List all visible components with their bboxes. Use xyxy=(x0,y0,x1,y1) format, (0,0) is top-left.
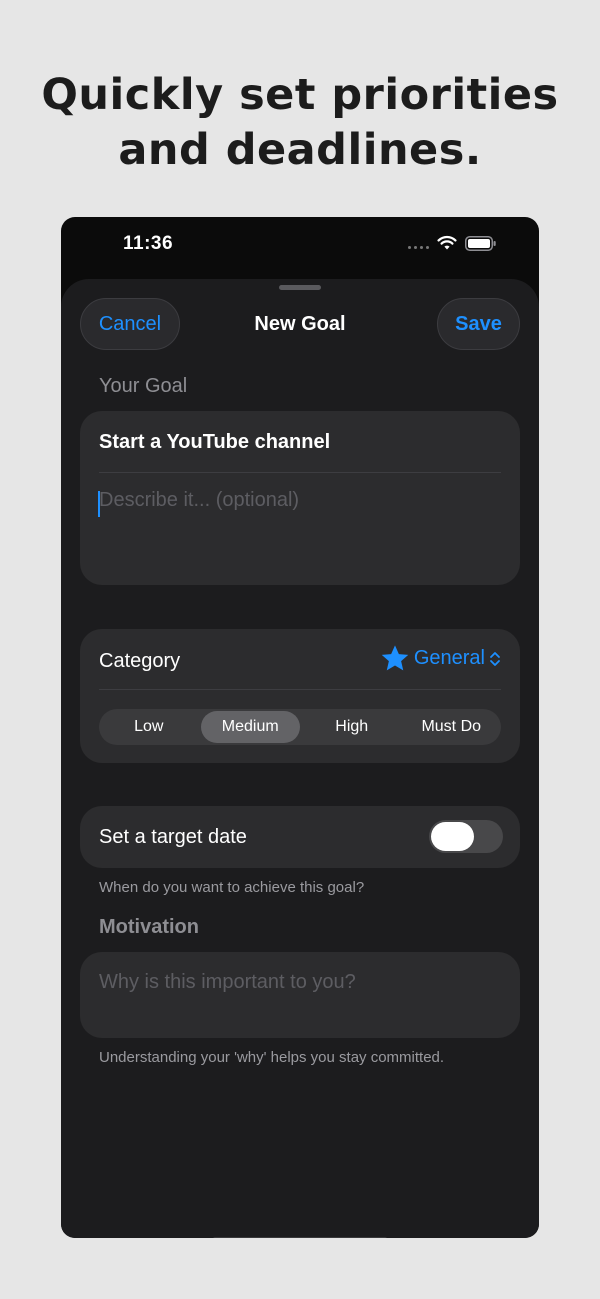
goal-card: Start a YouTube channel Describe it... (… xyxy=(80,411,520,585)
toggle-knob xyxy=(431,822,474,851)
priority-must-do[interactable]: Must Do xyxy=(402,711,502,743)
home-indicator xyxy=(213,1237,387,1238)
status-time: 11:36 xyxy=(123,233,174,254)
category-picker[interactable]: General xyxy=(380,644,501,673)
motivation-input[interactable]: Why is this important to you? xyxy=(99,971,356,994)
priority-high[interactable]: High xyxy=(302,711,402,743)
chevron-up-down-icon xyxy=(490,651,500,666)
star-icon xyxy=(381,645,409,671)
category-card: Category General Low Medium High Must Do xyxy=(80,629,520,763)
priority-medium[interactable]: Medium xyxy=(200,711,300,743)
category-value: General xyxy=(413,647,485,669)
signal-dots-icon xyxy=(408,237,429,249)
target-date-footnote: When do you want to achieve this goal? xyxy=(99,879,365,896)
priority-low[interactable]: Low xyxy=(99,711,199,743)
headline-line-2: and deadlines. xyxy=(118,125,482,175)
target-date-label: Set a target date xyxy=(99,826,247,848)
category-label: Category xyxy=(99,650,181,672)
save-button[interactable]: Save xyxy=(437,298,520,350)
goal-title-input[interactable]: Start a YouTube channel xyxy=(99,431,330,454)
target-date-toggle[interactable] xyxy=(429,820,503,853)
marketing-headline: Quickly set priorities and deadlines. xyxy=(0,68,600,178)
headline-line-1: Quickly set priorities xyxy=(41,70,559,120)
motivation-footnote: Understanding your 'why' helps you stay … xyxy=(99,1049,445,1066)
status-icons xyxy=(408,235,497,251)
phone-screen: 11:36 Cancel New Goal Save Your Goal Sta… xyxy=(61,217,539,1238)
goal-description-input[interactable]: Describe it... (optional) xyxy=(99,489,299,512)
wifi-icon xyxy=(437,235,457,250)
motivation-card: Why is this important to you? xyxy=(80,952,520,1038)
target-date-card: Set a target date xyxy=(80,806,520,868)
category-card-divider xyxy=(99,689,501,690)
new-goal-sheet: Cancel New Goal Save Your Goal Start a Y… xyxy=(61,279,539,1238)
goal-card-divider xyxy=(99,472,501,473)
motivation-label: Motivation xyxy=(99,916,199,938)
battery-icon xyxy=(465,235,496,251)
sheet-grabber[interactable] xyxy=(279,285,321,290)
your-goal-label: Your Goal xyxy=(99,375,188,397)
priority-segmented-control: Low Medium High Must Do xyxy=(99,709,501,745)
